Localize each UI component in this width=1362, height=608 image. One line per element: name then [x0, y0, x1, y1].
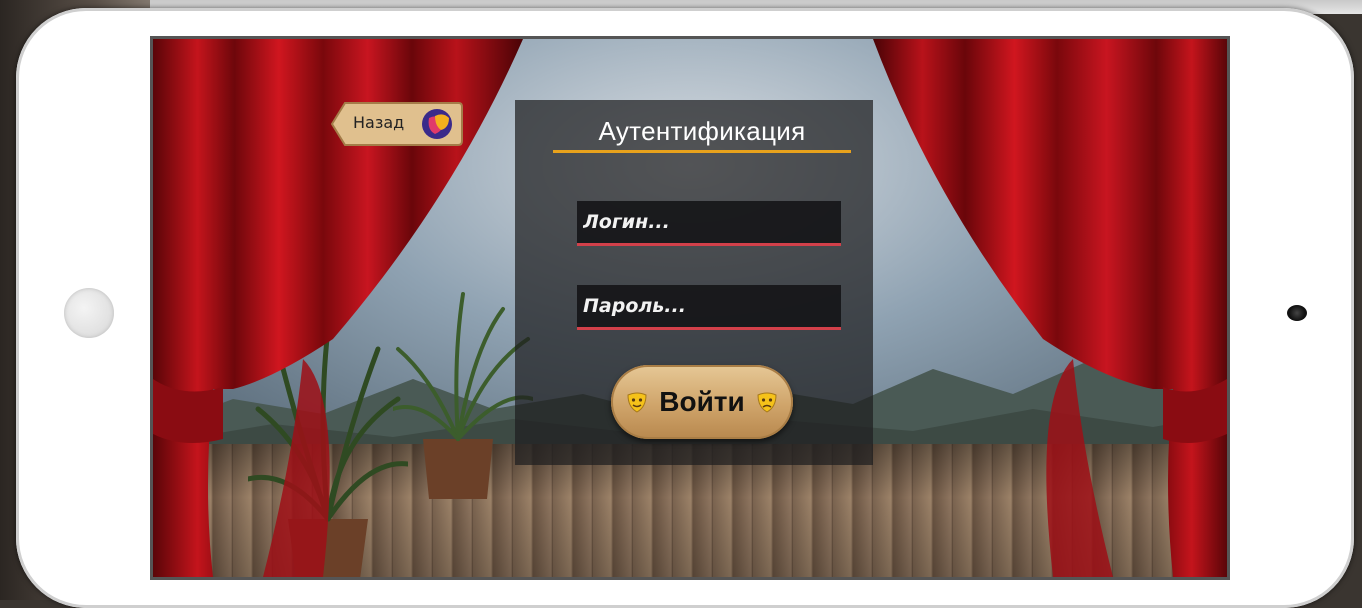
login-input[interactable]	[577, 201, 841, 243]
login-button-label: Войти	[659, 386, 745, 417]
theatre-masks-logo-icon	[422, 109, 452, 139]
theater-mask-right-icon	[757, 392, 777, 413]
auth-panel: Аутентификация Войти	[515, 100, 873, 465]
app-screen: Назад Аутентификация Войти	[150, 36, 1230, 580]
login-button[interactable]: Войти	[611, 365, 793, 439]
title-underline	[553, 150, 851, 153]
panel-title: Аутентификация	[598, 116, 806, 146]
back-button-label: Назад	[353, 113, 405, 132]
back-button[interactable]: Назад	[331, 101, 463, 147]
login-field[interactable]	[577, 201, 841, 246]
password-field[interactable]	[577, 285, 841, 330]
curtain-right	[873, 39, 1227, 577]
theater-mask-left-icon	[627, 392, 647, 413]
home-button[interactable]	[64, 288, 114, 338]
camera-icon	[1287, 305, 1307, 321]
password-input[interactable]	[577, 285, 841, 327]
